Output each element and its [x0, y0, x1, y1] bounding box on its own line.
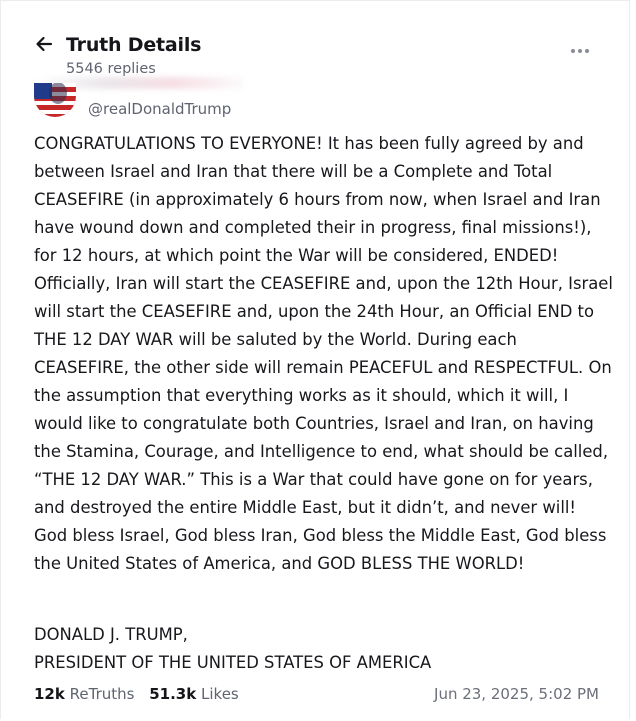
retruths-stat[interactable]: 12k ReTruths: [34, 685, 134, 703]
replies-count: 5546 replies: [66, 61, 156, 77]
truth-details-panel: Truth Details 5546 replies @realDonaldTr…: [0, 0, 630, 719]
retruths-label: ReTruths: [69, 685, 135, 703]
post-timestamp: Jun 23, 2025, 5:02 PM: [434, 685, 599, 703]
likes-label: Likes: [201, 685, 239, 703]
retruths-count: 12k: [34, 685, 65, 703]
likes-stat[interactable]: 51.3k Likes: [149, 685, 239, 703]
more-horizontal-icon[interactable]: [571, 38, 593, 53]
likes-count: 51.3k: [149, 685, 197, 703]
user-handle[interactable]: @realDonaldTrump: [88, 100, 231, 118]
signature-name: DONALD J. TRUMP,: [34, 625, 188, 644]
avatar[interactable]: [34, 83, 76, 117]
post-signature: DONALD J. TRUMP, PRESIDENT OF THE UNITED…: [34, 621, 614, 677]
page-title: Truth Details: [66, 34, 202, 56]
post-body: CONGRATULATIONS TO EVERYONE! It has been…: [34, 134, 613, 573]
signature-title: PRESIDENT OF THE UNITED STATES OF AMERIC…: [34, 653, 432, 672]
post-stats: 12k ReTruths 51.3k Likes: [34, 685, 249, 703]
arrow-left-icon[interactable]: [34, 34, 56, 56]
